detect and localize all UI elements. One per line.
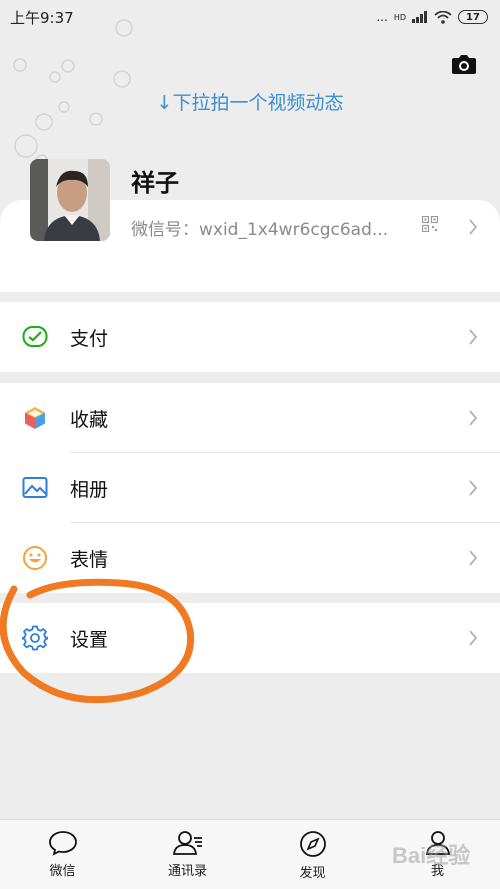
- status-icons: ... HD 17: [376, 10, 488, 24]
- favorites-cube-icon: [22, 405, 48, 431]
- tab-label: 发现: [299, 866, 326, 881]
- menu-item-album[interactable]: 相册: [0, 453, 500, 523]
- camera-button[interactable]: [450, 50, 478, 78]
- menu-item-pay[interactable]: 支付: [0, 302, 500, 372]
- pay-icon: [22, 324, 48, 350]
- profile-chevron-right-icon: [469, 219, 478, 235]
- baidu-watermark: Bai经验: [392, 843, 471, 868]
- section-pay: 支付: [0, 302, 500, 372]
- pull-down-video-hint[interactable]: ↓下拉拍一个视频动态: [0, 88, 500, 115]
- tab-discover[interactable]: 发现: [250, 820, 375, 889]
- menu-item-favorites[interactable]: 收藏: [0, 383, 500, 453]
- signal-icon: [412, 11, 427, 23]
- chevron-right-icon: [469, 410, 478, 426]
- album-image-icon: [22, 475, 48, 501]
- chat-bubble-icon: [48, 831, 77, 856]
- chevron-right-icon: [469, 550, 478, 566]
- section-content: 收藏 相册 表情: [0, 383, 500, 593]
- tab-label: 微信: [49, 864, 76, 879]
- tab-chats[interactable]: 微信: [0, 820, 125, 889]
- camera-icon: [452, 55, 476, 74]
- tab-contacts[interactable]: 通讯录: [125, 820, 250, 889]
- chevron-right-icon: [469, 480, 478, 496]
- menu-item-label: 设置: [70, 628, 109, 651]
- menu-item-label: 支付: [70, 327, 109, 350]
- smiley-face-icon: [22, 545, 48, 571]
- hd-badge: HD: [393, 12, 406, 22]
- battery-indicator: 17: [458, 10, 488, 24]
- menu-item-label: 相册: [70, 478, 109, 501]
- chevron-right-icon: [469, 329, 478, 345]
- status-time: 上午9:37: [10, 8, 74, 27]
- status-bar: 上午9:37 ... HD 17: [0, 0, 500, 34]
- menu-item-label: 收藏: [70, 408, 109, 431]
- wifi-icon: [434, 10, 452, 24]
- menu-item-stickers[interactable]: 表情: [0, 523, 500, 593]
- chevron-right-icon: [469, 630, 478, 646]
- menu-item-settings[interactable]: 设置: [0, 603, 500, 673]
- section-settings: 设置: [0, 603, 500, 673]
- contacts-icon: [172, 831, 202, 855]
- profile-name: 祥子: [131, 169, 179, 197]
- compass-icon: [299, 831, 326, 857]
- avatar-photo: [30, 159, 110, 241]
- qr-code-icon[interactable]: [422, 216, 438, 232]
- menu-item-label: 表情: [70, 548, 109, 571]
- gear-icon: [21, 625, 49, 651]
- avatar[interactable]: [30, 159, 110, 241]
- tab-label: 通讯录: [167, 864, 207, 879]
- signal-dots: ...: [376, 10, 388, 24]
- wechat-id: 微信号：wxid_1x4wr6cgc6ad...: [131, 220, 389, 240]
